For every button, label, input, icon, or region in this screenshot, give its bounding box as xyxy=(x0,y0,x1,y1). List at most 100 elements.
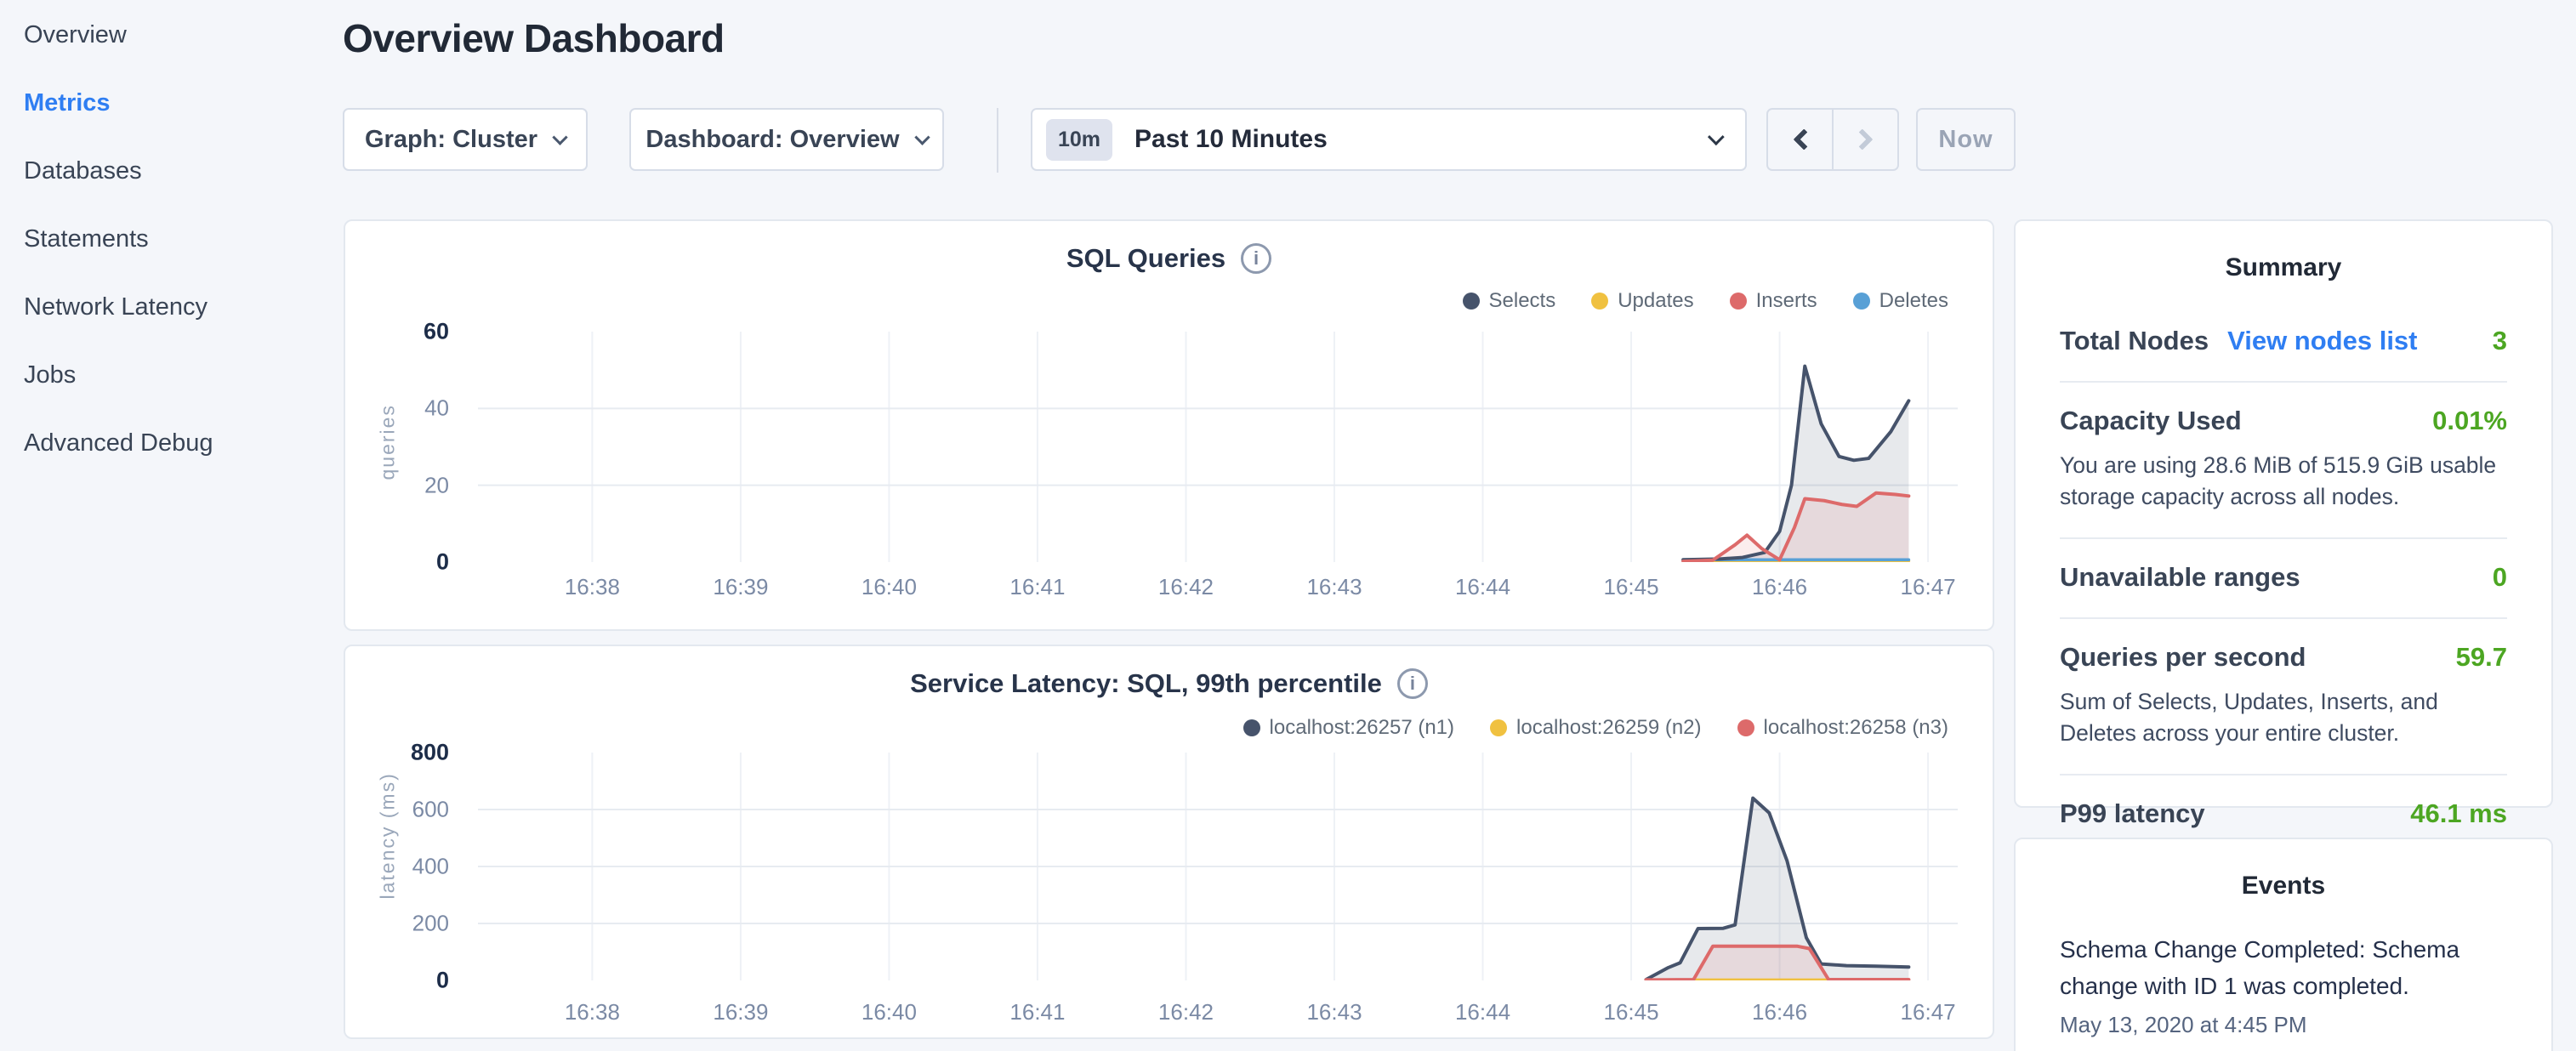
legend-item[interactable]: localhost:26257 (n1) xyxy=(1243,716,1454,740)
legend-dot-icon xyxy=(1591,293,1608,310)
x-tick-label: 16:41 xyxy=(1009,999,1065,1025)
summary-row-unavailable-ranges: Unavailable ranges 0 xyxy=(2060,537,2507,617)
x-tick-label: 16:38 xyxy=(565,999,620,1025)
legend-item[interactable]: Updates xyxy=(1591,289,1693,313)
legend-label: Selects xyxy=(1489,289,1556,313)
legend-item[interactable]: localhost:26259 (n2) xyxy=(1490,716,1701,740)
sidebar-item-databases[interactable]: Databases xyxy=(24,158,340,184)
info-icon[interactable]: i xyxy=(1397,668,1428,699)
x-tick-label: 16:40 xyxy=(862,999,917,1025)
summary-row-label: Unavailable ranges xyxy=(2060,562,2300,593)
arrow-left-icon xyxy=(1793,128,1814,150)
x-tick-label: 16:38 xyxy=(565,574,620,600)
x-tick-label: 16:46 xyxy=(1752,999,1807,1025)
sidebar-item-statements[interactable]: Statements xyxy=(24,226,340,252)
y-tick-label: 0 xyxy=(379,549,449,576)
y-tick-label: 800 xyxy=(379,740,449,766)
summary-row-total-nodes: Total Nodes View nodes list 3 xyxy=(2060,303,2507,381)
summary-row-queries-per-second: Queries per second 59.7 Sum of Selects, … xyxy=(2060,617,2507,774)
overview-dashboard-page: { "sidebar": { "items": [ {"label": "Ove… xyxy=(0,0,2576,1051)
view-nodes-list-link[interactable]: View nodes list xyxy=(2227,326,2417,356)
legend-dot-icon xyxy=(1730,293,1747,310)
legend-label: localhost:26257 (n1) xyxy=(1270,716,1454,740)
summary-row-label: Capacity Used xyxy=(2060,406,2242,436)
summary-panel: Summary Total Nodes View nodes list 3 Ca… xyxy=(2014,219,2553,808)
summary-row-value: 3 xyxy=(2493,326,2507,356)
summary-row-value: 59.7 xyxy=(2456,642,2507,673)
dashboard-dropdown-label: Dashboard: Overview xyxy=(645,126,899,154)
y-tick-label: 20 xyxy=(379,472,449,498)
x-tick-label: 16:47 xyxy=(1901,574,1956,600)
dashboard-dropdown[interactable]: Dashboard: Overview xyxy=(629,108,944,171)
events-title: Events xyxy=(2016,872,2551,900)
sidebar-item-jobs[interactable]: Jobs xyxy=(24,362,340,388)
x-tick-label: 16:45 xyxy=(1604,999,1659,1025)
summary-row-label: P99 latency xyxy=(2060,798,2205,829)
legend-item[interactable]: Inserts xyxy=(1730,289,1817,313)
x-tick-label: 16:46 xyxy=(1752,574,1807,600)
time-next-button[interactable] xyxy=(1832,110,1897,169)
chevron-down-icon xyxy=(552,129,567,145)
sidebar-item-overview[interactable]: Overview xyxy=(24,22,340,48)
summary-row-capacity-used: Capacity Used 0.01% You are using 28.6 M… xyxy=(2060,381,2507,537)
y-tick-label: 400 xyxy=(379,854,449,880)
x-tick-label: 16:45 xyxy=(1604,574,1659,600)
legend-item[interactable]: Selects xyxy=(1463,289,1556,313)
chart-plot-area[interactable] xyxy=(478,332,1958,562)
y-tick-label: 0 xyxy=(379,968,449,994)
summary-row-value: 0 xyxy=(2493,562,2507,593)
legend-dot-icon xyxy=(1463,293,1480,310)
legend-dot-icon xyxy=(1853,293,1870,310)
legend-label: localhost:26259 (n2) xyxy=(1516,716,1701,740)
sidebar: Overview Metrics Databases Statements Ne… xyxy=(0,0,340,1051)
legend-item[interactable]: Deletes xyxy=(1853,289,1948,313)
legend-label: Updates xyxy=(1618,289,1693,313)
chart-legend: Selects Updates Inserts Deletes xyxy=(1463,289,1949,313)
chevron-down-icon xyxy=(1708,128,1725,145)
y-tick-label: 600 xyxy=(379,797,449,823)
y-tick-label: 40 xyxy=(379,395,449,422)
summary-row-value: 46.1 ms xyxy=(2410,798,2507,829)
time-window-select[interactable]: 10m Past 10 Minutes xyxy=(1031,108,1747,171)
x-tick-label: 16:39 xyxy=(713,999,768,1025)
chevron-down-icon xyxy=(914,129,930,145)
summary-row-value: 0.01% xyxy=(2432,406,2507,436)
legend-label: Deletes xyxy=(1879,289,1948,313)
events-panel: Events Schema Change Completed: Schema c… xyxy=(2014,838,2553,1051)
sidebar-item-advanced-debug[interactable]: Advanced Debug xyxy=(24,430,340,456)
sidebar-item-network-latency[interactable]: Network Latency xyxy=(24,294,340,320)
time-nav-group xyxy=(1766,108,1899,171)
x-tick-label: 16:47 xyxy=(1901,999,1956,1025)
arrow-right-icon xyxy=(1851,128,1873,150)
info-icon[interactable]: i xyxy=(1241,243,1271,274)
legend-label: Inserts xyxy=(1756,289,1817,313)
event-timestamp: May 13, 2020 at 4:45 PM xyxy=(2060,1012,2507,1038)
sidebar-item-metrics[interactable]: Metrics xyxy=(24,90,340,116)
time-prev-button[interactable] xyxy=(1768,110,1832,169)
legend-dot-icon xyxy=(1737,719,1754,736)
y-axis-label: queries xyxy=(377,412,400,480)
legend-dot-icon xyxy=(1490,719,1507,736)
time-window-label: Past 10 Minutes xyxy=(1134,125,1328,154)
summary-row-label: Total Nodes xyxy=(2060,326,2209,356)
summary-row-label: Queries per second xyxy=(2060,642,2306,673)
event-item[interactable]: Schema Change Completed: Schema change w… xyxy=(2016,900,2551,1038)
page-title: Overview Dashboard xyxy=(343,15,725,61)
graph-dropdown[interactable]: Graph: Cluster xyxy=(343,108,588,171)
service-latency-chart-card: Service Latency: SQL, 99th percentile i … xyxy=(344,645,1994,1039)
x-tick-label: 16:40 xyxy=(862,574,917,600)
toolbar-divider xyxy=(997,108,998,173)
x-tick-label: 16:44 xyxy=(1455,999,1510,1025)
legend-item[interactable]: localhost:26258 (n3) xyxy=(1737,716,1948,740)
chart-legend: localhost:26257 (n1) localhost:26259 (n2)… xyxy=(1243,716,1948,740)
x-tick-label: 16:42 xyxy=(1158,999,1214,1025)
summary-title: Summary xyxy=(2016,253,2551,282)
chart-plot-area[interactable] xyxy=(478,753,1958,980)
now-button[interactable]: Now xyxy=(1916,108,2016,171)
y-tick-label: 60 xyxy=(379,319,449,345)
legend-label: localhost:26258 (n3) xyxy=(1764,716,1948,740)
chart-title: Service Latency: SQL, 99th percentile xyxy=(910,668,1382,699)
legend-dot-icon xyxy=(1243,719,1260,736)
sql-queries-chart-card: SQL Queries i Selects Updates Inserts Delet… xyxy=(344,219,1994,631)
chart-title: SQL Queries xyxy=(1066,243,1225,274)
